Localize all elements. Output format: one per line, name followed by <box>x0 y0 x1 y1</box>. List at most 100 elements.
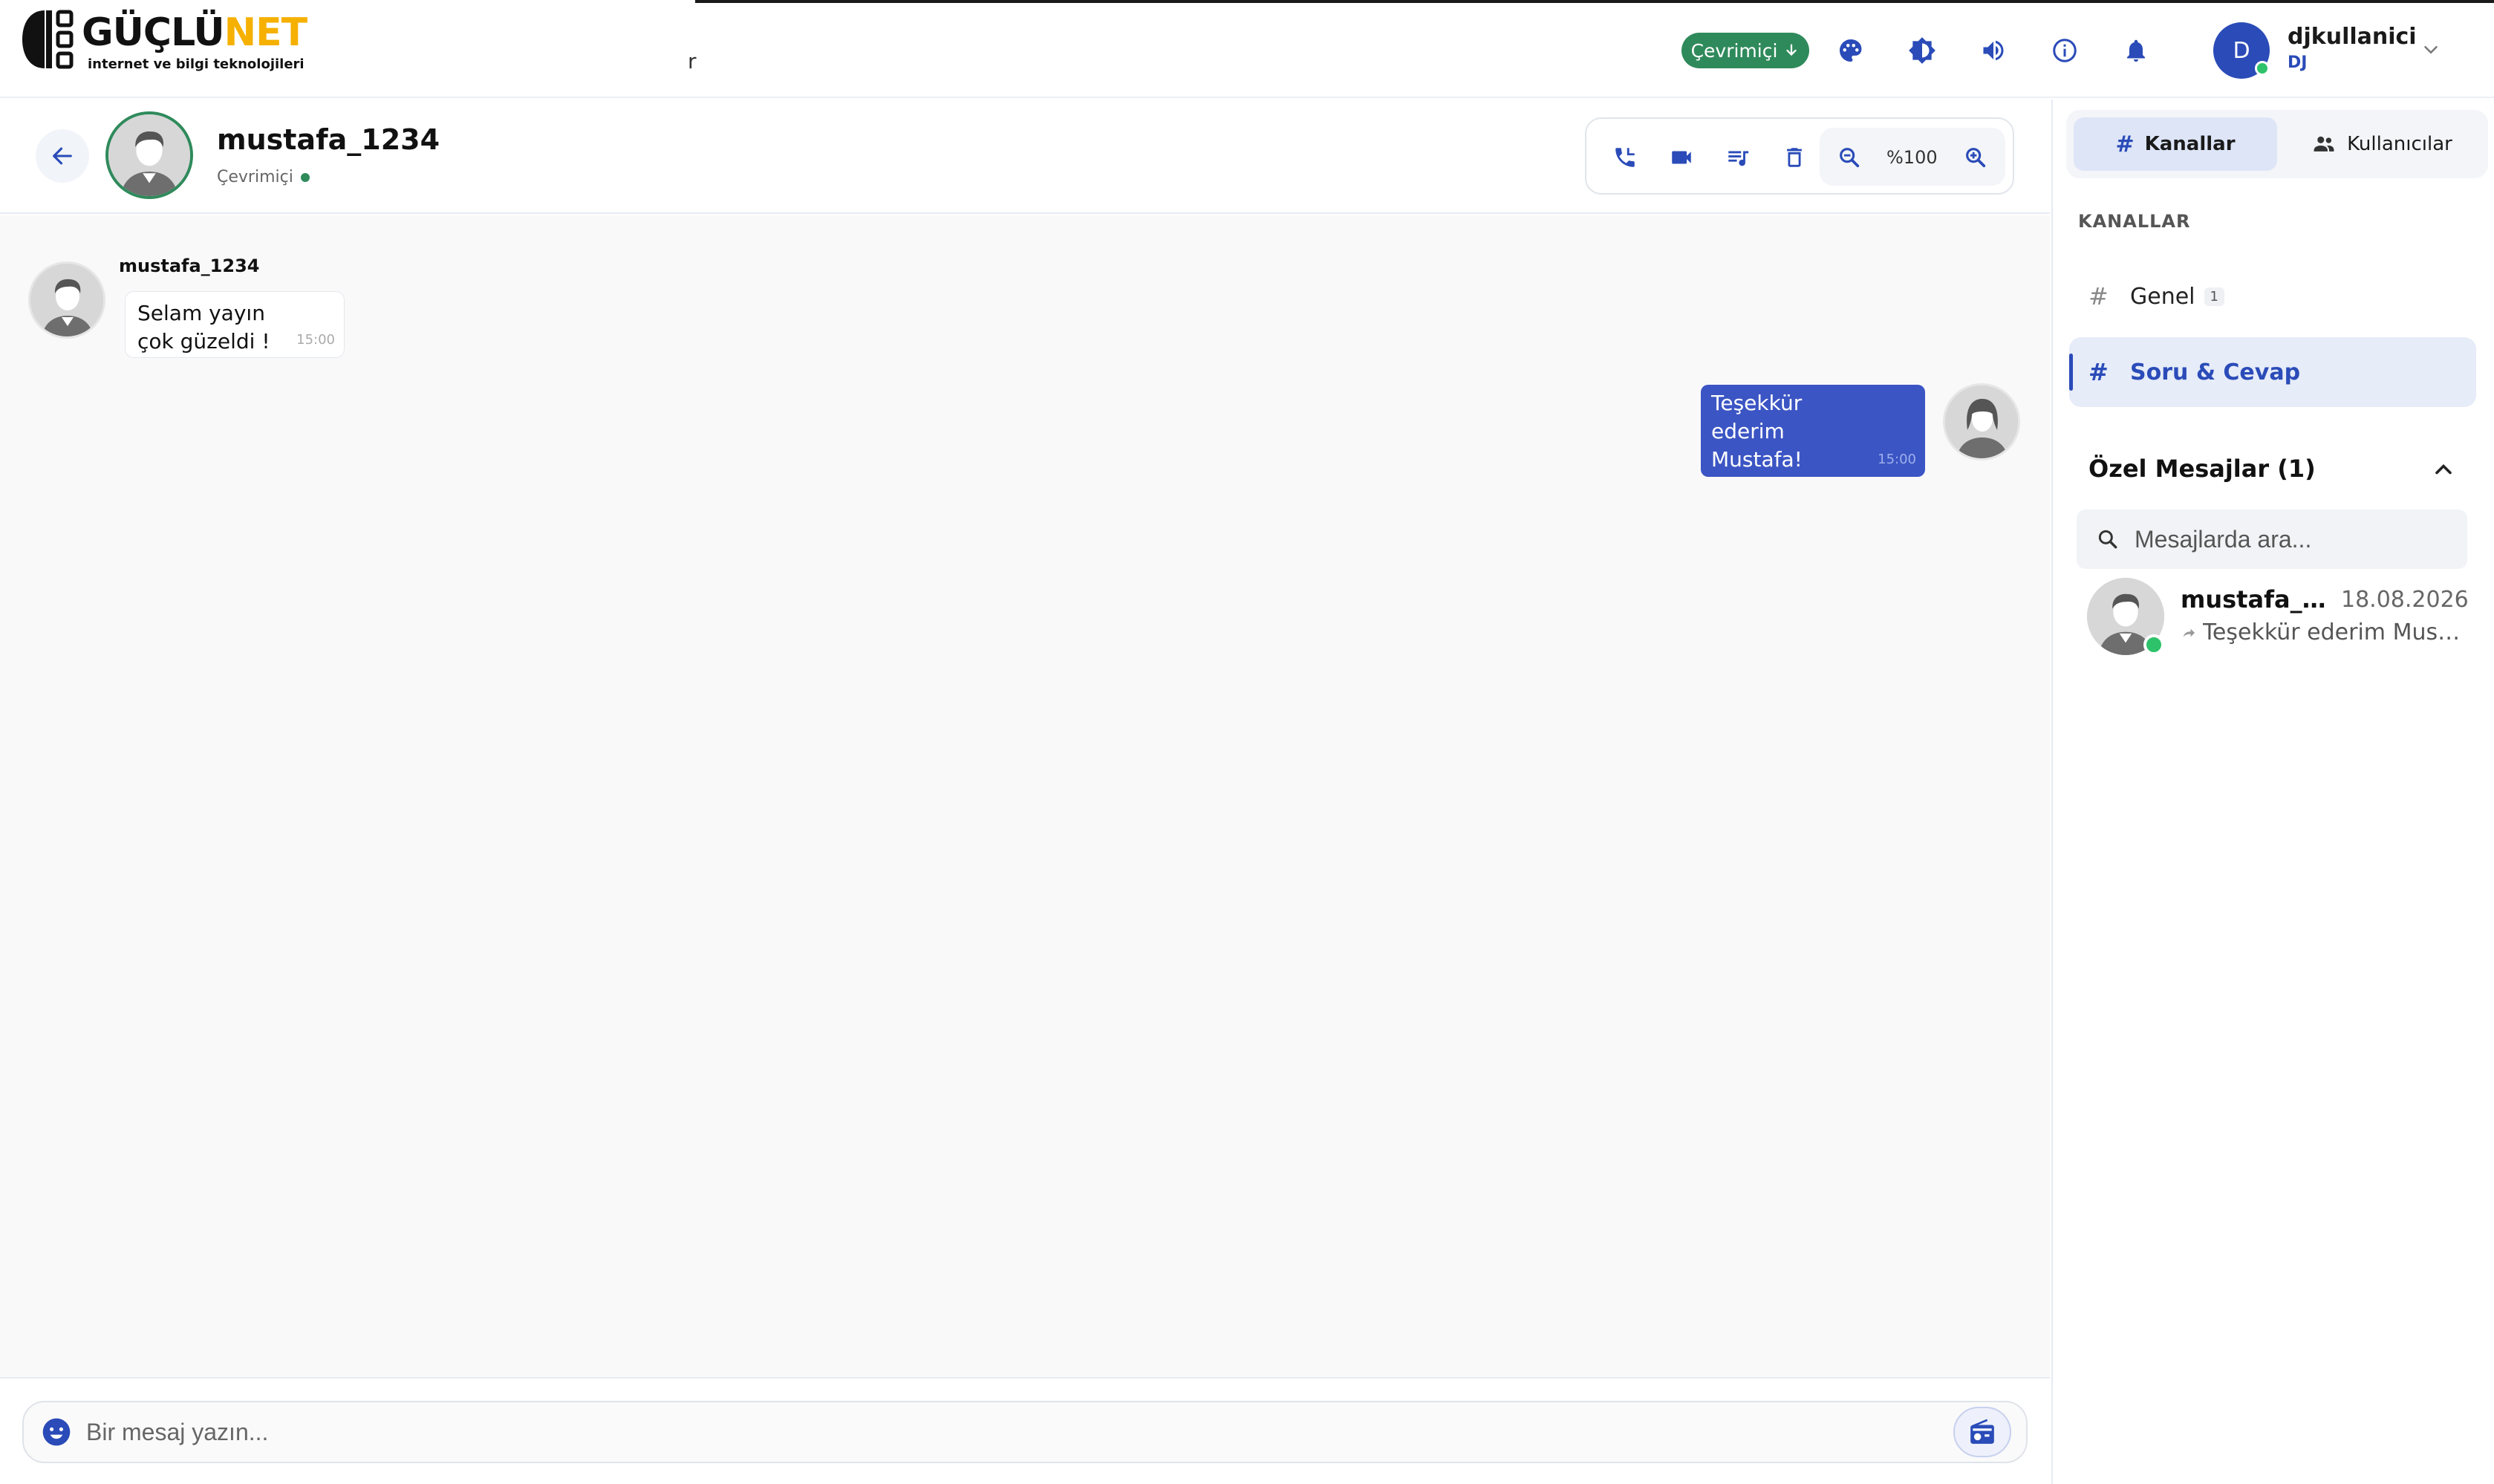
chat-header: mustafa_1234 Çevrimiçi %100 <box>0 100 2050 214</box>
logo-tagline: internet ve bilgi teknolojileri <box>88 56 305 72</box>
message-author-avatar[interactable] <box>28 261 105 339</box>
logo-accent-text: NET <box>224 10 308 55</box>
male-avatar-icon <box>108 114 190 196</box>
unread-badge: 1 <box>2204 287 2224 306</box>
male-avatar-icon <box>30 264 103 336</box>
channel-item-genel[interactable]: # Genel 1 <box>2069 261 2476 331</box>
info-icon <box>2053 39 2077 62</box>
video-call-button[interactable] <box>1662 138 1701 177</box>
hash-icon: # <box>2115 131 2135 157</box>
notifications-button[interactable] <box>2117 31 2155 70</box>
logo-mark-icon <box>22 10 74 69</box>
stray-text: r <box>688 49 697 74</box>
search-icon <box>2098 530 2117 549</box>
collapse-dm-button[interactable] <box>2430 456 2457 483</box>
online-status-button[interactable]: Çevrimiçi <box>1681 33 1809 68</box>
message-composer <box>22 1401 2028 1463</box>
chat-toolbar: %100 <box>1585 117 2014 195</box>
chevron-down-icon <box>2424 46 2438 54</box>
dm-preview-text: Teşekkür ederim Mustafa! <box>2202 619 2463 645</box>
playlist-button[interactable] <box>1719 138 1757 177</box>
palette-icon <box>1840 39 1862 62</box>
user-online-indicator <box>2255 61 2270 76</box>
hash-icon: # <box>2088 282 2109 310</box>
radio-button[interactable] <box>1953 1407 2011 1457</box>
arrow-down-icon <box>1786 44 1797 56</box>
contact-name: mustafa_1234 <box>217 123 440 156</box>
theme-palette-button[interactable] <box>1832 31 1870 70</box>
status-label: Çevrimiçi <box>1690 39 1778 62</box>
brightness-button[interactable] <box>1903 31 1941 70</box>
zoom-out-button[interactable] <box>1830 138 1869 177</box>
composer-area <box>0 1377 2050 1484</box>
brightness-icon <box>1909 37 1935 64</box>
tab-users-label: Kullanıcılar <box>2347 133 2452 155</box>
channel-name: Genel <box>2130 283 2195 310</box>
dm-search-input[interactable] <box>2135 518 2454 560</box>
right-sidebar: # Kanallar Kullanıcılar KANALLAR # Genel… <box>2051 100 2494 1484</box>
zoom-out-icon <box>1840 148 1860 168</box>
dm-list-item[interactable]: mustafa_1234 18.08.2026 Teşekkür ederim … <box>2087 578 2473 660</box>
dm-contact-name: mustafa_1234 <box>2181 585 2334 614</box>
trash-icon <box>1787 148 1802 167</box>
hash-icon: # <box>2088 358 2109 386</box>
bell-icon <box>2127 39 2145 62</box>
own-avatar[interactable] <box>1943 383 2020 461</box>
contact-status-label: Çevrimiçi <box>217 168 293 186</box>
female-avatar-icon <box>1945 385 2018 458</box>
dm-date: 18.08.2026 <box>2341 587 2469 613</box>
zoom-level: %100 <box>1886 147 1938 168</box>
logo-wordmark: GÜÇLÜNET <box>82 10 307 55</box>
contact-avatar <box>105 111 193 199</box>
chevron-up-icon <box>2435 463 2452 475</box>
reply-arrow-icon <box>2183 628 2195 637</box>
emoji-icon <box>42 1418 71 1446</box>
message-author: mustafa_1234 <box>119 256 260 276</box>
direct-messages-title: Özel Mesajlar (1) <box>2088 455 2316 483</box>
incoming-message-bubble[interactable]: Selam yayın çok güzeldi ! 15:00 <box>125 291 345 358</box>
tab-channels-label: Kanallar <box>2144 133 2236 155</box>
dm-last-message: Teşekkür ederim Mustafa! <box>2181 619 2463 645</box>
tab-channels[interactable]: # Kanallar <box>2074 117 2277 171</box>
info-button[interactable] <box>2045 31 2084 70</box>
channel-item-soru-cevap[interactable]: # Soru & Cevap <box>2069 337 2476 407</box>
volume-button[interactable] <box>1974 31 2013 70</box>
voice-call-button[interactable] <box>1606 138 1644 177</box>
videocam-icon <box>1672 151 1691 164</box>
playlist-icon <box>1728 151 1749 166</box>
dm-online-indicator <box>2143 634 2164 655</box>
brand-logo[interactable]: GÜÇLÜNET internet ve bilgi teknolojileri <box>22 6 307 73</box>
message-time: 15:00 <box>1878 452 1916 467</box>
message-list[interactable]: mustafa_1234 Selam yayın çok güzeldi ! 1… <box>0 215 2050 1377</box>
channel-name: Soru & Cevap <box>2130 359 2301 385</box>
people-icon <box>2314 136 2334 152</box>
sidebar-tabs: # Kanallar Kullanıcılar <box>2066 110 2488 178</box>
top-divider-line <box>695 0 2494 3</box>
top-bar: r GÜÇLÜNET internet ve bilgi teknolojile… <box>0 0 2494 98</box>
zoom-in-button[interactable] <box>1956 138 1995 177</box>
volume-icon <box>1983 40 2004 61</box>
message-input[interactable] <box>86 1410 1958 1454</box>
user-menu[interactable]: D djkullanici DJ <box>2213 21 2458 80</box>
contact-status: Çevrimiçi <box>217 168 310 186</box>
dm-search-box <box>2077 510 2467 569</box>
logo-main-text: GÜÇLÜ <box>82 10 225 55</box>
user-name: djkullanici <box>2288 24 2417 50</box>
online-dot <box>300 172 310 182</box>
phone-icon <box>1615 148 1635 167</box>
back-button[interactable] <box>36 129 89 183</box>
radio-icon <box>1970 1419 1994 1444</box>
message-text: Teşekkür ederim Mustafa! <box>1711 391 1803 472</box>
zoom-control: %100 <box>1820 128 2005 186</box>
user-role: DJ <box>2288 53 2308 72</box>
user-initial: D <box>2233 37 2250 64</box>
arrow-left-icon <box>53 147 72 165</box>
delete-chat-button[interactable] <box>1775 138 1814 177</box>
emoji-button[interactable] <box>40 1416 73 1448</box>
zoom-in-icon <box>1966 148 1986 168</box>
message-time: 15:00 <box>296 332 335 348</box>
tab-users[interactable]: Kullanıcılar <box>2282 117 2482 171</box>
message-text: Selam yayın çok güzeldi ! <box>137 301 270 354</box>
channels-section-title: KANALLAR <box>2078 211 2191 232</box>
outgoing-message-bubble[interactable]: Teşekkür ederim Mustafa! 15:00 <box>1701 385 1925 477</box>
